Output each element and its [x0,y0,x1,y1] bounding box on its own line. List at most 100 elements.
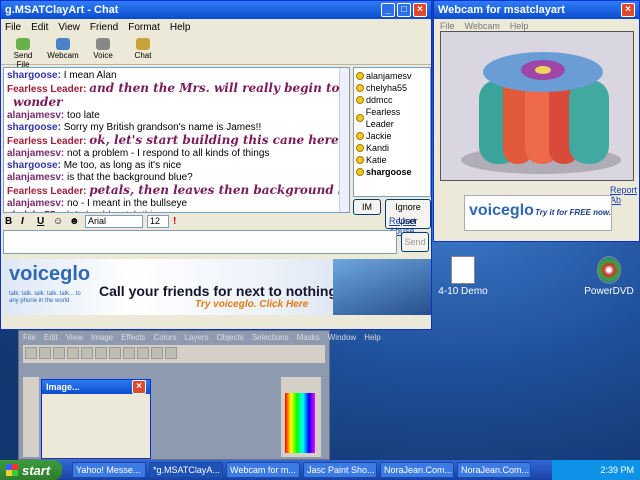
menu-file[interactable]: File [440,21,455,31]
minimize-button[interactable]: _ [381,3,395,17]
image-titlebar[interactable]: Image... × [42,380,150,394]
voiceglo-banner[interactable]: voiceglo talk. talk. talk. talk. talk...… [3,259,431,315]
chat-button[interactable]: Chat [127,37,159,62]
user-list-item[interactable]: ddmcc [356,94,428,106]
banner-cta[interactable]: Try voiceglo. Click Here [195,299,308,310]
send-button[interactable]: Send [401,232,429,252]
message-text: no - I meant in the bullseye [67,198,188,209]
desktop-icon-label: 4-10 Demo [438,286,488,297]
report-abuse-link[interactable]: Report Ab [610,185,639,205]
taskbar-button[interactable]: Jasc Paint Sho... [303,462,377,478]
menu-item[interactable]: Objects [217,333,244,342]
color-gradient[interactable] [285,393,315,453]
desktop-icon-demo[interactable]: 4-10 Demo [428,256,498,297]
clay-cane-image [441,32,633,180]
menu-item[interactable]: File [23,333,36,342]
user-name: chelyha55 [366,83,408,93]
menu-friend[interactable]: Friend [90,22,118,33]
new-icon[interactable] [25,347,37,359]
emoticon-icon[interactable]: ☺ [53,216,65,227]
user-list-item[interactable]: Kandi [356,142,428,154]
paste-icon[interactable] [137,347,149,359]
taskbar-button[interactable]: Webcam for m... [226,462,300,478]
user-list-item[interactable]: Fearless Leader [356,106,428,130]
window-title: g.MSATClayArt - Chat [5,4,119,16]
font-size-select[interactable]: 12 [147,214,169,228]
smiley-icon [356,84,364,92]
message-log[interactable]: shargoose: I mean Alan Fearless Leader: a… [3,67,350,213]
undo-icon[interactable] [81,347,93,359]
menu-help[interactable]: Help [510,21,529,31]
alert-icon[interactable]: ! [173,216,185,227]
save-icon[interactable] [53,347,65,359]
menu-item[interactable]: Masks [297,333,320,342]
send-file-button[interactable]: Send File [7,37,39,69]
webcam-button[interactable]: Webcam [47,37,79,62]
taskbar-button[interactable]: *g.MSATClayA... [149,462,223,478]
webcam-titlebar[interactable]: Webcam for msatclayart × [434,1,639,19]
start-button[interactable]: start [0,460,62,480]
taskbar-button[interactable]: Yahoo! Messe... [72,462,146,478]
chat-toolbar: Send File Webcam Voice Chat [1,35,431,69]
menu-item[interactable]: View [66,333,83,342]
cut-icon[interactable] [109,347,121,359]
taskbar-button[interactable]: NoraJean.Com... [457,462,531,478]
menu-item[interactable]: Selections [252,333,289,342]
user-list[interactable]: alanjamesv chelyha55 ddmcc Fearless Leader J… [353,67,431,197]
menu-help[interactable]: Help [170,22,191,33]
message-text: Sorry my British grandson's name is Jame… [63,122,262,133]
open-icon[interactable] [39,347,51,359]
message-text: too late [67,110,100,121]
menu-format[interactable]: Format [128,22,160,33]
italic-button[interactable]: I [21,216,33,227]
message-scrollbar[interactable] [339,68,349,212]
print-icon[interactable] [67,347,79,359]
chat-titlebar[interactable]: g.MSATClayArt - Chat _ □ × [1,1,431,19]
menu-edit[interactable]: Edit [31,22,48,33]
desktop-icon-powerdvd[interactable]: PowerDVD [574,256,640,297]
message-sender: Fearless Leader: [7,84,87,95]
menu-item[interactable]: Colors [153,333,176,342]
redo-icon[interactable] [95,347,107,359]
copy-icon[interactable] [123,347,135,359]
color-palette[interactable] [281,377,321,457]
menu-item[interactable]: Layers [185,333,209,342]
taskbar-button[interactable]: NoraJean.Com... [380,462,454,478]
desktop-icon-label: PowerDVD [584,286,634,297]
menu-item[interactable]: Window [328,333,356,342]
close-button[interactable]: × [132,380,146,394]
smiley-icon [356,72,364,80]
menu-webcam[interactable]: Webcam [465,21,500,31]
banner-skydiver-image [333,259,431,315]
message-sender: alanjamesv: [7,148,65,159]
menu-item[interactable]: Effects [121,333,145,342]
user-list-item[interactable]: Katie [356,154,428,166]
menu-item[interactable]: Edit [44,333,58,342]
underline-button[interactable]: U [37,216,49,227]
voice-button[interactable]: Voice [87,37,119,62]
voiceglo-ad[interactable]: voiceglo Try it for FREE now. [464,195,612,231]
menu-item[interactable]: Image [91,333,113,342]
menu-file[interactable]: File [5,22,21,33]
smiley-icon[interactable]: ☻ [69,216,81,227]
user-list-item[interactable]: chelyha55 [356,82,428,94]
help-icon[interactable] [165,347,177,359]
font-select[interactable]: Arial [85,214,143,228]
window-title: Webcam for msatclayart [438,4,565,16]
message-input[interactable] [3,230,397,254]
ad-cta[interactable]: Try it for FREE now. [535,208,611,217]
user-list-item[interactable]: Jackie [356,130,428,142]
user-name: shargoose [366,167,412,177]
dvd-icon [597,256,621,284]
user-list-item[interactable]: alanjamesv [356,70,428,82]
tool-palette[interactable] [23,377,39,457]
zoom-icon[interactable] [151,347,163,359]
close-button[interactable]: × [621,3,635,17]
close-button[interactable]: × [413,3,427,17]
bold-button[interactable]: B [5,216,17,227]
menu-item[interactable]: Help [364,333,380,342]
chat-message: wonder [7,96,346,110]
maximize-button[interactable]: □ [397,3,411,17]
menu-view[interactable]: View [58,22,80,33]
user-list-item[interactable]: shargoose [356,166,428,178]
